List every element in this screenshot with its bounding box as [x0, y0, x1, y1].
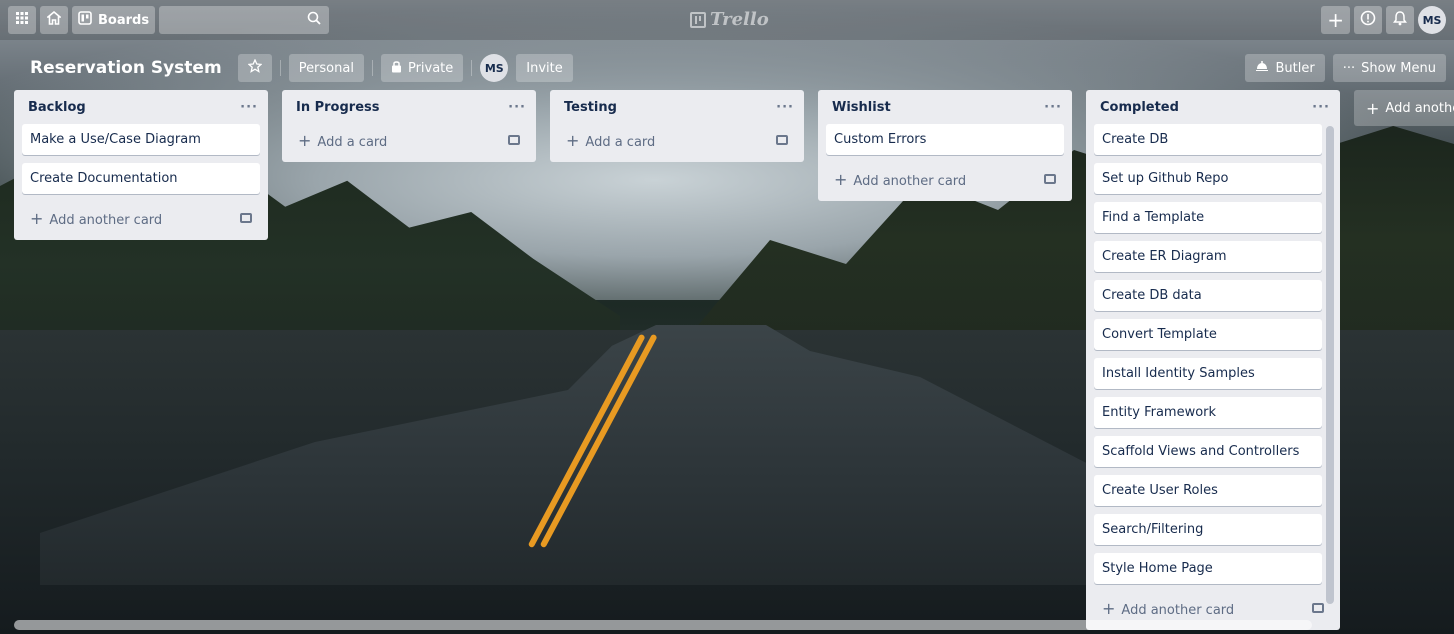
- list-menu-icon[interactable]: ···: [240, 100, 258, 115]
- boards-button[interactable]: Boards: [72, 6, 156, 34]
- trello-logo[interactable]: Trello: [690, 9, 769, 30]
- card-list: Create DB Set up Github Repo Find a Temp…: [1094, 124, 1332, 592]
- board-horizontal-scrollbar[interactable]: [14, 620, 1312, 630]
- member-avatar[interactable]: MS: [480, 54, 509, 82]
- divider: [279, 60, 281, 76]
- card[interactable]: Style Home Page: [1094, 553, 1322, 584]
- team-button[interactable]: Personal: [288, 54, 364, 82]
- list-testing: Testing ··· + Add a card: [550, 90, 804, 162]
- apps-grid-button[interactable]: [8, 6, 36, 34]
- boards-label: Boards: [98, 12, 150, 28]
- star-icon: [247, 58, 263, 77]
- card[interactable]: Create Documentation: [22, 163, 260, 194]
- grid-icon: [16, 12, 28, 28]
- list-title[interactable]: Backlog: [28, 100, 86, 115]
- card[interactable]: Install Identity Samples: [1094, 358, 1322, 389]
- card[interactable]: Custom Errors: [826, 124, 1064, 155]
- plus-icon: +: [566, 130, 580, 150]
- lock-icon: [391, 60, 402, 77]
- card[interactable]: Set up Github Repo: [1094, 163, 1322, 194]
- plus-icon: +: [1327, 8, 1344, 32]
- board-header: Reservation System Personal Private MS I…: [0, 48, 1454, 88]
- add-list-button[interactable]: + Add another list: [1354, 90, 1454, 126]
- list-header[interactable]: In Progress ···: [290, 90, 528, 124]
- bell-icon: [1393, 10, 1407, 30]
- card[interactable]: Entity Framework: [1094, 397, 1322, 428]
- list-title[interactable]: In Progress: [296, 100, 380, 115]
- card-template-icon[interactable]: [240, 213, 252, 223]
- card-template-icon[interactable]: [508, 135, 520, 145]
- list-backlog: Backlog ··· Make a Use/Case Diagram Crea…: [14, 90, 268, 240]
- list-wishlist: Wishlist ··· Custom Errors + Add another …: [818, 90, 1072, 201]
- plus-icon: +: [1366, 98, 1380, 118]
- create-button[interactable]: +: [1321, 6, 1350, 34]
- user-avatar[interactable]: MS: [1418, 6, 1446, 34]
- search-icon: [307, 11, 321, 29]
- plus-icon: +: [298, 130, 312, 150]
- plus-icon: +: [30, 208, 44, 228]
- list-menu-icon[interactable]: ···: [776, 100, 794, 115]
- list-header[interactable]: Testing ···: [558, 90, 796, 124]
- list-completed: Completed ··· Create DB Set up Github Re…: [1086, 90, 1340, 630]
- card[interactable]: Create DB: [1094, 124, 1322, 155]
- divider: [471, 60, 473, 76]
- add-card-button[interactable]: + Add a card: [290, 124, 528, 156]
- list-header[interactable]: Wishlist ···: [826, 90, 1064, 124]
- card[interactable]: Create DB data: [1094, 280, 1322, 311]
- card[interactable]: Convert Template: [1094, 319, 1322, 350]
- add-card-button[interactable]: + Add a card: [558, 124, 796, 156]
- more-icon: ···: [1342, 60, 1356, 76]
- list-menu-icon[interactable]: ···: [508, 100, 526, 115]
- card[interactable]: Scaffold Views and Controllers: [1094, 436, 1322, 467]
- card[interactable]: Find a Template: [1094, 202, 1322, 233]
- divider: [371, 60, 373, 76]
- plus-icon: +: [1102, 598, 1116, 618]
- card-template-icon[interactable]: [1312, 603, 1324, 613]
- list-menu-icon[interactable]: ···: [1044, 100, 1062, 115]
- top-nav: Boards Trello + MS: [0, 0, 1454, 40]
- list-title[interactable]: Completed: [1100, 100, 1179, 115]
- card-template-icon[interactable]: [1044, 174, 1056, 184]
- notifications-button[interactable]: [1386, 6, 1414, 34]
- card[interactable]: Create ER Diagram: [1094, 241, 1322, 272]
- board-canvas: Backlog ··· Make a Use/Case Diagram Crea…: [14, 90, 1454, 630]
- visibility-button[interactable]: Private: [380, 54, 464, 82]
- board-icon: [78, 11, 92, 29]
- info-icon: [1360, 10, 1376, 30]
- butler-button[interactable]: Butler: [1245, 54, 1325, 82]
- list-title[interactable]: Testing: [564, 100, 617, 115]
- card[interactable]: Make a Use/Case Diagram: [22, 124, 260, 155]
- star-button[interactable]: [237, 54, 272, 82]
- trello-logo-icon: [690, 11, 706, 28]
- home-icon: [45, 10, 63, 29]
- add-card-button[interactable]: + Add another card: [22, 202, 260, 234]
- plus-icon: +: [834, 169, 848, 189]
- card-template-icon[interactable]: [776, 135, 788, 145]
- list-scrollbar[interactable]: [1326, 126, 1334, 604]
- list-header[interactable]: Completed ···: [1094, 90, 1332, 124]
- add-card-button[interactable]: + Add another card: [826, 163, 1064, 195]
- card[interactable]: Search/Filtering: [1094, 514, 1322, 545]
- show-menu-button[interactable]: ··· Show Menu: [1332, 54, 1446, 82]
- card[interactable]: Create User Roles: [1094, 475, 1322, 506]
- search-input[interactable]: [159, 6, 330, 34]
- list-menu-icon[interactable]: ···: [1312, 100, 1330, 115]
- list-header[interactable]: Backlog ···: [22, 90, 260, 124]
- invite-button[interactable]: Invite: [516, 54, 573, 82]
- butler-icon: [1255, 60, 1269, 76]
- list-in-progress: In Progress ··· + Add a card: [282, 90, 536, 162]
- info-button[interactable]: [1354, 6, 1382, 34]
- board-title[interactable]: Reservation System: [22, 58, 230, 78]
- list-title[interactable]: Wishlist: [832, 100, 891, 115]
- home-button[interactable]: [40, 6, 68, 34]
